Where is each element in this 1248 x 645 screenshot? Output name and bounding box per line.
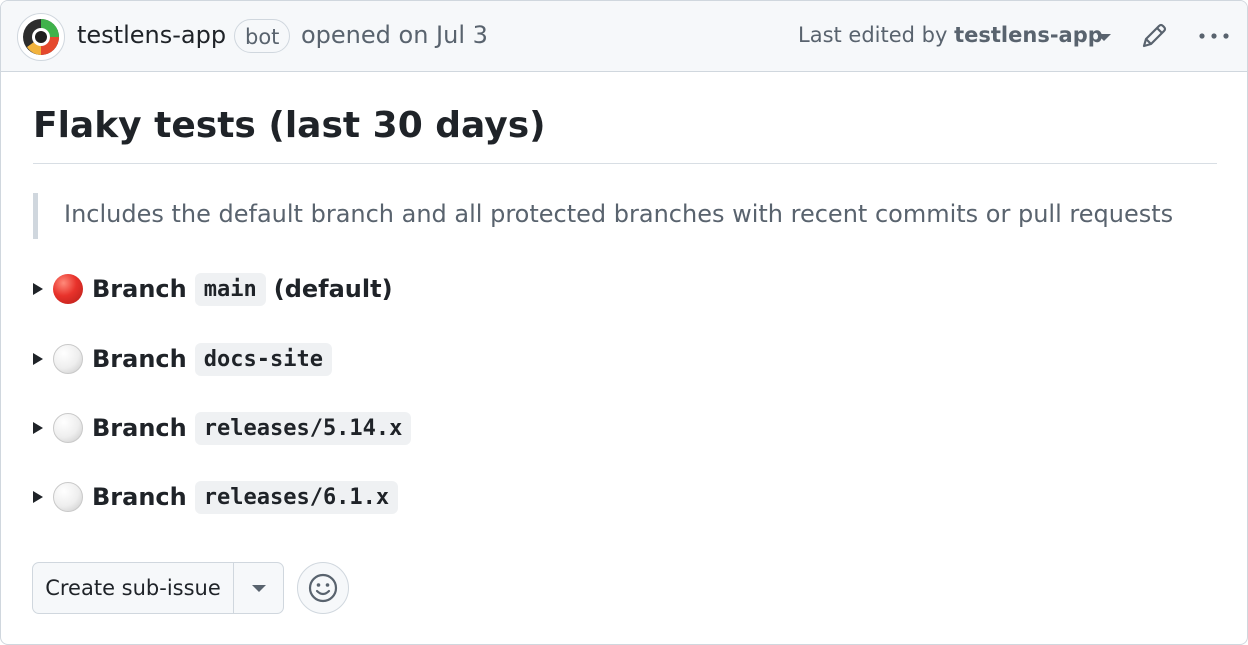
smiley-icon [308, 573, 338, 603]
edited-by: testlens-app [954, 23, 1103, 47]
add-reaction-button[interactable] [297, 562, 349, 614]
opened-date: opened on Jul 3 [301, 21, 488, 49]
issue-header: testlens-app bot opened on Jul 3 Last ed… [1, 1, 1247, 72]
branch-name-code: releases/5.14.x [194, 411, 412, 445]
last-edited-menu[interactable]: Last edited by testlens-app [798, 23, 1103, 47]
chevron-down-icon [251, 584, 266, 592]
kebab-menu-icon[interactable] [1197, 21, 1231, 51]
pencil-icon[interactable] [1139, 21, 1169, 51]
branch-details-releases-5-14-x[interactable]: Branch releases/5.14.x [33, 408, 412, 448]
branch-label: Branch [92, 414, 187, 442]
create-sub-issue-dropdown[interactable] [234, 563, 283, 613]
create-sub-issue-group: Create sub-issue [32, 562, 284, 614]
issue-title: Flaky tests (last 30 days) [33, 105, 546, 146]
avatar-logo-icon [23, 19, 59, 55]
edited-prefix: Last edited by [798, 23, 948, 47]
disclosure-triangle-icon [33, 491, 43, 503]
branch-name-code: docs-site [194, 342, 332, 376]
branch-suffix: (default) [273, 275, 393, 303]
branch-details-releases-6-1-x[interactable]: Branch releases/6.1.x [33, 477, 399, 517]
branch-details-docs-site[interactable]: Branch docs-site [33, 339, 332, 379]
white-circle-icon [53, 413, 83, 443]
issue-card: testlens-app bot opened on Jul 3 Last ed… [0, 0, 1248, 645]
disclosure-triangle-icon [33, 353, 43, 365]
disclosure-triangle-icon [33, 283, 43, 295]
blockquote-bar [33, 193, 38, 239]
white-circle-icon [53, 344, 83, 374]
branch-label: Branch [92, 483, 187, 511]
disclosure-triangle-icon [33, 422, 43, 434]
red-circle-icon [53, 274, 83, 304]
bot-badge: bot [234, 19, 291, 53]
branch-label: Branch [92, 275, 187, 303]
branch-name-code: main [194, 272, 266, 306]
branch-details-main[interactable]: Branch main (default) [33, 269, 393, 309]
white-circle-icon [53, 482, 83, 512]
title-divider [33, 163, 1217, 164]
branch-name-code: releases/6.1.x [194, 480, 399, 514]
branch-label: Branch [92, 345, 187, 373]
create-sub-issue-button[interactable]: Create sub-issue [33, 563, 234, 613]
blockquote-text: Includes the default branch and all prot… [64, 200, 1174, 228]
avatar[interactable] [17, 13, 65, 61]
author-link[interactable]: testlens-app [77, 21, 226, 49]
chevron-down-icon[interactable] [1097, 34, 1111, 41]
